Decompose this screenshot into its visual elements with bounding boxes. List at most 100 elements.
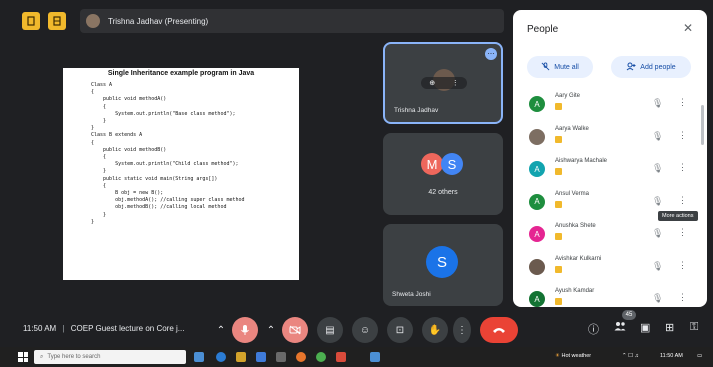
participant-row[interactable]: A Aary Gite 🎙︎ ⋮ [513,89,707,119]
taskbar-search[interactable]: ⌕ Type here to search [34,350,186,364]
mic-off-icon[interactable]: 🎙︎ [652,228,663,239]
participant-row[interactable]: A Aishwarya Machale 🎙︎ ⋮ [513,154,707,184]
weather-widget[interactable]: ☀ Hot weather [555,353,591,359]
participant-row[interactable]: A Ayush Kamdar 🎙︎ ⋮ [513,284,707,314]
mic-off-icon [541,61,550,73]
mic-off-icon[interactable]: 🎙︎ [652,293,663,304]
audio-options-icon[interactable]: ⌃ [215,317,227,343]
mic-off-icon[interactable]: 🎙︎ [652,131,663,142]
tile-hover-controls[interactable]: ⊕ ⋮ [421,77,467,89]
add-people-button[interactable]: Add people [611,56,691,78]
code-line: public void methodA() [91,96,167,103]
raise-hand-button[interactable]: ✋ [422,317,448,343]
more-vert-icon[interactable]: ⋮ [678,195,687,206]
participant-row[interactable]: Avishkar Kulkarni 🎙︎ ⋮ [513,252,707,282]
tile-name: Trishna Jadhav [394,107,439,114]
more-vert-icon[interactable]: ⋮ [678,130,687,141]
top-toolbar [22,9,66,33]
participant-name: Ansul Verma [555,190,590,197]
code-line: { [91,139,95,146]
code-line: { [91,182,107,189]
chrome-icon[interactable] [316,352,326,362]
code-line: } [91,118,107,125]
tile-shweta-joshi[interactable]: S Shweta Joshi [383,224,503,306]
meeting-info: 11:50 AM | COEP Guest lecture on Core j.… [23,324,184,333]
hand-icon: ✋ [428,324,442,336]
code-line: { [91,154,107,161]
more-options-icon[interactable]: ⋯ [485,48,497,60]
layout-icon[interactable] [48,12,66,30]
mic-button[interactable] [232,317,258,343]
meet-window-icon[interactable] [370,352,380,362]
participant-avatar: A [529,193,545,210]
edge-browser-icon[interactable] [216,352,226,362]
weather-icon: ☀ [555,353,560,359]
search-icon: ⌕ [40,353,44,360]
host-controls-icon[interactable]: ⚿ [690,321,698,334]
captions-button[interactable]: ▤ [317,317,343,343]
code-line: { [91,89,95,96]
slide-title: Single Inheritance example program in Ja… [107,70,255,77]
video-options-icon[interactable]: ⌃ [265,317,277,343]
task-view-icon[interactable] [194,352,204,362]
others-avatar-m: M [421,153,443,175]
panel-scrollbar[interactable] [701,105,704,145]
emoji-icon: ☺ [359,324,371,336]
mute-all-label: Mute all [554,63,579,71]
file-explorer-icon[interactable] [236,352,246,362]
participant-name: Avishkar Kulkarni [555,255,602,262]
code-line: { [91,103,107,110]
separator: | [62,324,65,333]
meet-stage: Trishna Jadhav (Presenting) Single Inher… [0,0,713,347]
pin-icon[interactable] [22,12,40,30]
app-icon[interactable] [336,352,346,362]
tile-trishna-jadhav[interactable]: ⊕ ⋮ ⋯ Trishna Jadhav [383,42,503,124]
more-vert-icon[interactable]: ⋮ [678,260,687,271]
badge-icon [555,168,562,175]
mail-icon[interactable] [276,352,286,362]
windows-start-icon[interactable] [18,352,28,362]
camera-button[interactable] [282,317,308,343]
tile-others[interactable]: M S 42 others [383,133,503,215]
mic-off-icon[interactable]: 🎙︎ [652,163,663,174]
participant-name: Ayush Kamdar [555,288,595,294]
badge-icon [555,103,562,110]
system-tray-icons[interactable]: ⌃ ☐ ♫ [622,353,639,359]
present-button[interactable]: ⊡ [387,317,413,343]
windows-taskbar: ⌕ Type here to search ☀ Hot weather ⌃ ☐ … [0,347,713,367]
participant-avatar: A [529,226,545,242]
chat-icon[interactable]: ▣ [640,321,650,334]
store-icon[interactable] [256,352,266,362]
pin-tile-icon[interactable]: ⊕ [429,79,435,87]
present-icon: ⊡ [395,324,405,336]
tile-more-icon[interactable]: ⋮ [452,79,459,87]
mute-all-button[interactable]: Mute all [527,56,593,78]
more-vert-icon[interactable]: ⋮ [678,162,687,173]
close-icon[interactable]: ✕ [683,21,693,35]
reactions-button[interactable]: ☺ [352,317,378,343]
captions-icon: ▤ [325,324,335,336]
mic-off-icon[interactable]: 🎙︎ [652,261,663,272]
code-line: System.out.println("Child class method")… [91,161,239,168]
more-vert-icon[interactable]: ⋮ [678,97,687,108]
more-options-button[interactable]: ⋮ [453,317,471,343]
participant-avatar: A [529,96,545,112]
more-vert-icon[interactable]: ⋮ [678,292,687,303]
more-vert-icon[interactable]: ⋮ [678,227,687,238]
participant-row[interactable]: Aarya Walke 🎙︎ ⋮ [513,122,707,152]
firefox-icon[interactable] [296,352,306,362]
add-people-label: Add people [640,63,676,71]
code-line: B obj = new B(); [91,190,164,197]
others-avatar-s: S [441,153,463,175]
participant-row[interactable]: A Anushka Shete 🎙︎ ⋮ [513,219,707,249]
participant-avatar: A [529,291,545,307]
notifications-icon[interactable]: ▭ [697,353,702,359]
mic-off-icon[interactable]: 🎙︎ [652,98,663,109]
clock[interactable]: 11:50 AM [660,353,683,359]
activities-icon[interactable]: ⊞ [665,321,674,334]
leave-call-button[interactable] [480,317,518,343]
people-icon[interactable]: 45 [614,310,636,334]
meeting-title: COEP Guest lecture on Core j... [70,324,185,333]
info-icon[interactable]: ⓘ [588,321,599,337]
mic-off-icon[interactable]: 🎙︎ [652,196,663,207]
